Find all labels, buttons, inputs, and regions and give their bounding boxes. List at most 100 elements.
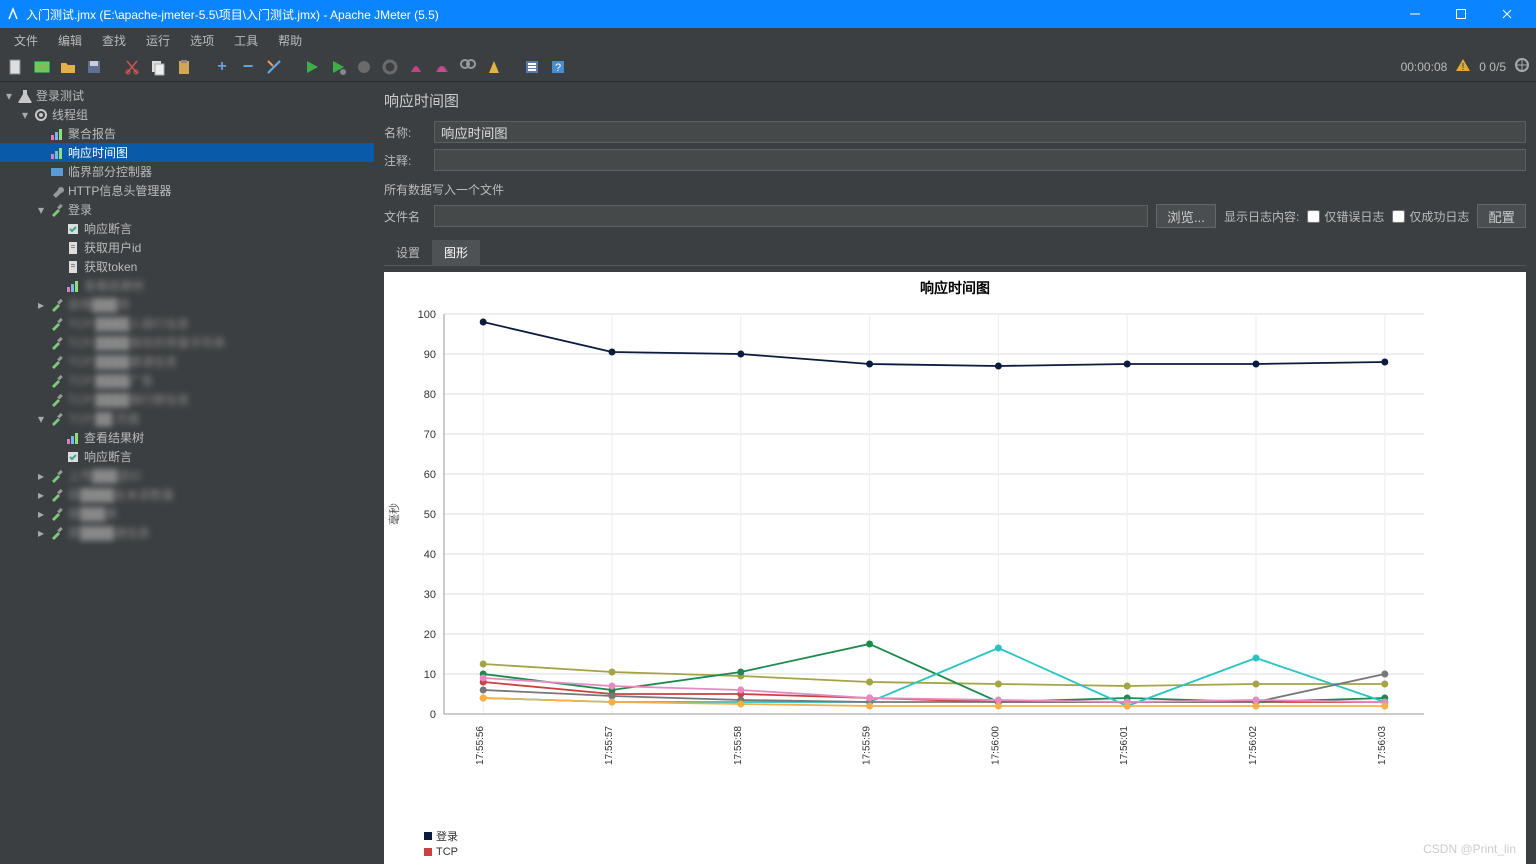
success-only-checkbox[interactable]: 仅成功日志 [1392, 208, 1469, 225]
help-icon[interactable]: ? [548, 57, 568, 77]
svg-text:80: 80 [424, 389, 436, 401]
save-icon[interactable] [84, 57, 104, 77]
pipette-icon [50, 393, 64, 407]
assert-icon [66, 450, 80, 464]
reset-search-icon[interactable] [484, 57, 504, 77]
tree-item[interactable]: 响应断言 [0, 447, 374, 466]
svg-text:10: 10 [424, 669, 436, 681]
svg-text:17:55:56: 17:55:56 [475, 726, 486, 765]
function-helper-icon[interactable] [522, 57, 542, 77]
pipette-icon [50, 374, 64, 388]
open-icon[interactable] [58, 57, 78, 77]
pipette-icon [50, 488, 64, 502]
tree-item[interactable]: ▾登录测试 [0, 86, 374, 105]
warning-icon[interactable]: ! [1455, 57, 1471, 76]
expand-icon[interactable]: + [212, 57, 232, 77]
tree-item[interactable]: ▸获████反未读数量 [0, 485, 374, 504]
tree-item[interactable]: TCP:████邀请信息 [0, 352, 374, 371]
showlog-label: 显示日志内容: [1224, 208, 1299, 225]
browse-button[interactable]: 浏览... [1156, 204, 1216, 228]
clear-icon[interactable] [406, 57, 426, 77]
tree-item[interactable]: HTTP信息头管理器 [0, 181, 374, 200]
tree-item[interactable]: TCP:████骑行群信息 [0, 390, 374, 409]
watermark: CSDN @Print_lin [1423, 842, 1516, 856]
tree-item-label: 聚合报告 [68, 125, 116, 142]
tree-item[interactable]: 查看结果树 [0, 276, 374, 295]
name-input[interactable] [434, 121, 1526, 143]
menu-options[interactable]: 选项 [182, 30, 222, 51]
svg-text:17:56:03: 17:56:03 [1377, 726, 1388, 765]
doc-icon [66, 260, 80, 274]
svg-text:17:56:00: 17:56:00 [990, 726, 1001, 765]
menu-file[interactable]: 文件 [6, 30, 46, 51]
stop-icon[interactable] [354, 57, 374, 77]
collapse-icon[interactable]: − [238, 57, 258, 77]
svg-text:0: 0 [430, 709, 436, 721]
menu-search[interactable]: 查找 [94, 30, 134, 51]
tree-item[interactable]: TCP:████广告 [0, 371, 374, 390]
tree-item[interactable]: ▾TCP:██ 页面 [0, 409, 374, 428]
tree-item[interactable]: 临界部分控制器 [0, 162, 374, 181]
tree-item-label: HTTP信息头管理器 [68, 182, 171, 199]
pipette-icon [50, 412, 64, 426]
pipette-icon [50, 203, 64, 217]
menu-run[interactable]: 运行 [138, 30, 178, 51]
svg-text:20: 20 [424, 629, 436, 641]
paste-icon[interactable] [174, 57, 194, 77]
graph-tabs: 设置 图形 [384, 240, 1526, 266]
svg-text:30: 30 [424, 589, 436, 601]
copy-icon[interactable] [148, 57, 168, 77]
tree-item-label: 获取token [84, 258, 137, 275]
tree-item[interactable]: TCP:████保存的常量字符串 [0, 333, 374, 352]
tree-item[interactable]: 聚合报告 [0, 124, 374, 143]
chart-icon [50, 146, 64, 160]
tree-item[interactable]: ▾登录 [0, 200, 374, 219]
tree-item[interactable]: 查看结果树 [0, 428, 374, 447]
tree-item[interactable]: ▸获得███项 [0, 295, 374, 314]
comment-input[interactable] [434, 149, 1526, 171]
comment-label: 注释: [384, 152, 426, 169]
tree-item[interactable]: ▸上传███送ID [0, 466, 374, 485]
svg-text:50: 50 [424, 509, 436, 521]
tree-item[interactable]: ▸获███表 [0, 504, 374, 523]
new-file-icon[interactable] [6, 57, 26, 77]
search-icon[interactable] [458, 57, 478, 77]
file-subhead: 所有数据写入一个文件 [384, 181, 1526, 198]
error-only-checkbox[interactable]: 仅错误日志 [1307, 208, 1384, 225]
shutdown-icon[interactable] [380, 57, 400, 77]
chart-icon [66, 431, 80, 445]
run-no-pause-icon[interactable] [328, 57, 348, 77]
menu-help[interactable]: 帮助 [270, 30, 310, 51]
run-icon[interactable] [302, 57, 322, 77]
minimize-button[interactable] [1392, 0, 1438, 28]
templates-icon[interactable] [32, 57, 52, 77]
tree-item-label: 获████反未读数量 [68, 486, 174, 503]
svg-text:17:56:01: 17:56:01 [1119, 726, 1130, 765]
menubar: 文件 编辑 查找 运行 选项 工具 帮助 [0, 28, 1536, 52]
tree-item[interactable]: ▸获████请信息 [0, 523, 374, 542]
tree-item[interactable]: 获取用户id [0, 238, 374, 257]
config-button[interactable]: 配置 [1477, 204, 1526, 228]
clear-all-icon[interactable] [432, 57, 452, 77]
tab-graph[interactable]: 图形 [432, 240, 480, 265]
tree-item[interactable]: 响应断言 [0, 219, 374, 238]
tree-item[interactable]: TCP:████人骑行信息 [0, 314, 374, 333]
svg-text:90: 90 [424, 349, 436, 361]
server-icon[interactable] [1514, 57, 1530, 76]
toggle-icon[interactable] [264, 57, 284, 77]
pipette-icon [50, 507, 64, 521]
tab-settings[interactable]: 设置 [384, 240, 432, 265]
tree-item-label: TCP:████保存的常量字符串 [68, 334, 225, 351]
cut-icon[interactable] [122, 57, 142, 77]
menu-edit[interactable]: 编辑 [50, 30, 90, 51]
maximize-button[interactable] [1438, 0, 1484, 28]
tree-item[interactable]: ▾线程组 [0, 105, 374, 124]
tree-item-label: TCP:████人骑行信息 [68, 315, 189, 332]
close-button[interactable] [1484, 0, 1530, 28]
test-plan-tree[interactable]: ▾登录测试▾线程组聚合报告响应时间图临界部分控制器HTTP信息头管理器▾登录响应… [0, 82, 374, 864]
tree-item[interactable]: 响应时间图 [0, 143, 374, 162]
menu-tools[interactable]: 工具 [226, 30, 266, 51]
tree-item[interactable]: 获取token [0, 257, 374, 276]
app-icon [6, 7, 20, 21]
filename-input[interactable] [434, 205, 1148, 227]
